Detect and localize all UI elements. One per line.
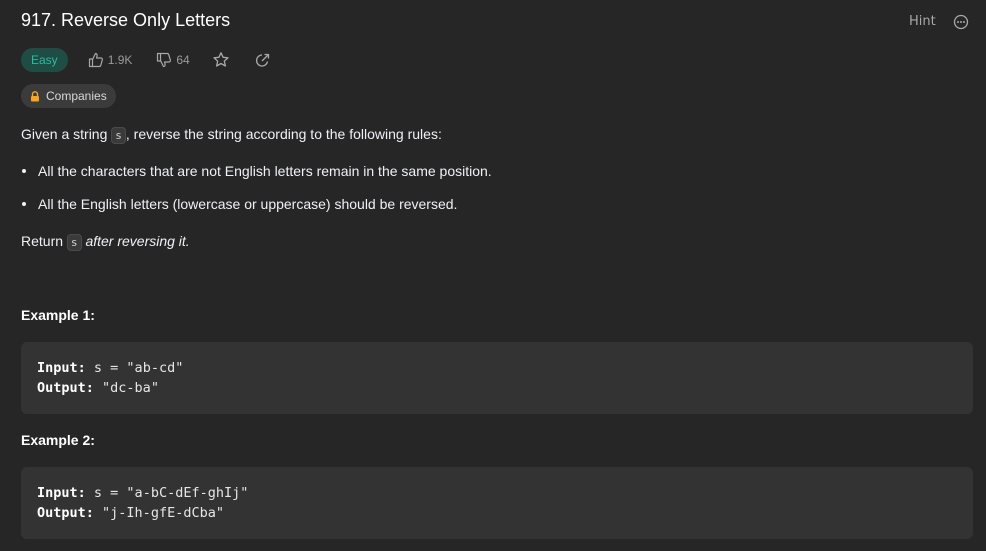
share-icon	[255, 53, 269, 67]
companies-label: Companies	[46, 89, 107, 103]
thumbs-up-icon	[88, 52, 103, 68]
rule-list-item: All the English letters (lowercase or up…	[21, 196, 457, 212]
problem-title: 917. Reverse Only Letters	[21, 10, 231, 30]
thumbs-down-icon	[157, 52, 172, 68]
description-return: Return s after reversing it.	[21, 233, 190, 251]
dislike-count: 64	[176, 53, 190, 67]
bullet-dot	[22, 202, 26, 206]
example-1-block: Input: s = "ab-cd" Output: "dc-ba"	[21, 342, 973, 414]
bullet-dot	[22, 169, 26, 173]
difficulty-badge: Easy	[21, 48, 68, 72]
more-options-icon[interactable]	[953, 14, 969, 30]
companies-tag[interactable]: Companies	[21, 84, 116, 108]
example-1-title: Example 1:	[21, 307, 95, 323]
problem-toolbar: Easy 1.9K 64	[21, 48, 271, 72]
like-button[interactable]: 1.9K	[88, 52, 133, 68]
example-output: Output: "dc-ba"	[37, 380, 159, 396]
star-icon	[213, 52, 229, 67]
description-intro: Given a string s, reverse the string acc…	[21, 126, 442, 144]
dislike-button[interactable]: 64	[156, 52, 190, 68]
example-input: Input: s = "ab-cd"	[37, 360, 184, 376]
lock-icon	[31, 90, 39, 101]
hint-button[interactable]: Hint	[909, 14, 936, 29]
example-2-block: Input: s = "a-bC-dEf-ghIj" Output: "j-Ih…	[21, 467, 973, 539]
example-2-title: Example 2:	[21, 432, 95, 448]
rule-list-item: All the characters that are not English …	[21, 163, 492, 179]
share-button[interactable]	[254, 52, 271, 69]
like-count: 1.9K	[107, 53, 133, 67]
favorite-button[interactable]	[212, 51, 230, 69]
example-input: Input: s = "a-bC-dEf-ghIj"	[37, 485, 249, 501]
example-output: Output: "j-Ih-gfE-dCba"	[37, 505, 224, 521]
inline-code: s	[66, 234, 82, 251]
inline-code: s	[111, 127, 126, 144]
